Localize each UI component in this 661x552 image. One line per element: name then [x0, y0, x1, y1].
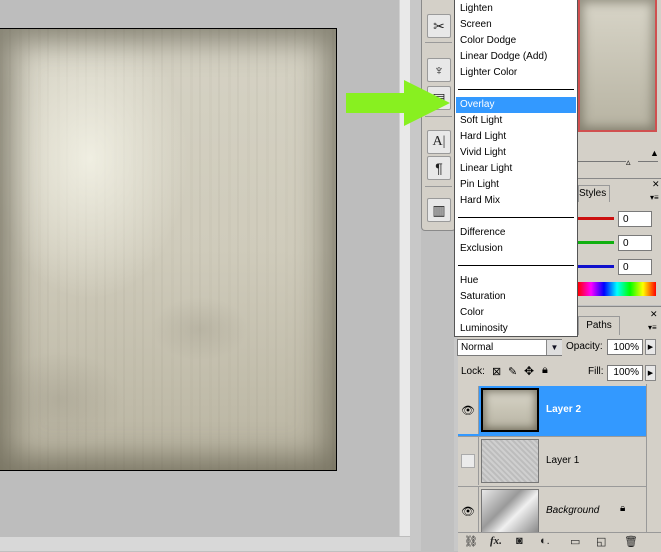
layers-bottom-bar: ⛓ fx. ◙ ◐. ▭ ◱ 🗑︎	[458, 532, 661, 552]
new-layer-icon[interactable]: ◱	[596, 535, 606, 548]
blue-value-field[interactable]: 0	[618, 259, 652, 275]
tab-paths-label: Paths	[586, 320, 612, 331]
red-slider[interactable]	[578, 217, 614, 220]
layer-thumbnail[interactable]	[481, 439, 539, 483]
green-slider[interactable]	[578, 241, 614, 244]
menu-item-hard-light[interactable]: Hard Light	[456, 129, 576, 145]
chevron-down-icon[interactable]: ▼	[546, 340, 562, 355]
layer-thumbnail[interactable]	[481, 388, 539, 432]
layer-name[interactable]: Background	[546, 505, 599, 516]
layer-style-fx-icon[interactable]: fx.	[490, 535, 502, 547]
close-icon[interactable]: ✕	[650, 309, 658, 320]
layer-row-layer-1[interactable]: Layer 1	[458, 436, 646, 487]
horizontal-scrollbar[interactable]	[0, 537, 410, 551]
fill-field[interactable]: 100%	[607, 365, 643, 381]
layer-name[interactable]: Layer 1	[546, 455, 579, 466]
lock-transparent-icon[interactable]: ⊠	[492, 365, 501, 378]
notes-icon[interactable]: ▥	[427, 198, 451, 222]
character-icon[interactable]: A|	[427, 130, 451, 154]
menu-item-hue[interactable]: Hue	[456, 273, 576, 289]
tab-styles[interactable]: Styles	[578, 185, 610, 202]
menu-item-exclusion[interactable]: Exclusion	[456, 241, 576, 257]
strip-divider	[425, 42, 452, 43]
panel-menu-icon[interactable]: ▾≡	[650, 193, 659, 202]
close-icon[interactable]: ✕	[652, 179, 660, 190]
layers-scrollbar[interactable]	[646, 384, 661, 532]
zoom-in-mountain-icon[interactable]: ▲	[650, 148, 659, 158]
fill-label: Fill:	[588, 366, 604, 377]
menu-item-lighten[interactable]: Lighten	[456, 1, 576, 17]
image-canvas[interactable]	[0, 28, 337, 471]
menu-item-vivid-light[interactable]: Vivid Light	[456, 145, 576, 161]
menu-item-screen[interactable]: Screen	[456, 17, 576, 33]
menu-item-linear-light[interactable]: Linear Light	[456, 161, 576, 177]
green-value-field[interactable]: 0	[618, 235, 652, 251]
menu-item-linear-dodge[interactable]: Linear Dodge (Add)	[456, 49, 576, 65]
menu-item-luminosity[interactable]: Luminosity	[456, 321, 576, 337]
lock-label: Lock:	[461, 366, 485, 377]
tab-paths[interactable]: Paths	[578, 316, 620, 335]
menu-separator	[458, 217, 574, 218]
layer-row-background[interactable]: 👁︎ Background 🔒︎	[458, 486, 646, 537]
menu-item-lighter-color[interactable]: Lighter Color	[456, 65, 576, 81]
layer-lock-icon: 🔒︎	[620, 503, 626, 514]
tools-preset-icon[interactable]: ✂	[427, 14, 451, 38]
navigator-preview[interactable]	[578, 0, 657, 132]
navigator-panel: ▵ ▲	[578, 0, 661, 178]
menu-separator	[458, 265, 574, 266]
opacity-arrow-button[interactable]: ▶	[645, 339, 656, 355]
eye-icon[interactable]: 👁︎	[458, 487, 479, 535]
color-spectrum-ramp[interactable]	[578, 282, 656, 296]
layer-row-layer-2[interactable]: 👁︎ Layer 2	[458, 386, 646, 436]
blue-slider[interactable]	[578, 265, 614, 268]
adjustment-layer-icon[interactable]: ◐.	[540, 535, 550, 547]
layer-name[interactable]: Layer 2	[546, 404, 581, 415]
lock-position-move-icon[interactable]: ✥	[524, 364, 534, 378]
menu-item-color-dodge[interactable]: Color Dodge	[456, 33, 576, 49]
strip-divider	[425, 186, 452, 187]
zoom-out-mountain-icon[interactable]: ▵	[626, 157, 631, 168]
red-value-field[interactable]: 0	[618, 211, 652, 227]
menu-item-soft-light[interactable]: Soft Light	[456, 113, 576, 129]
panel-menu-icon[interactable]: ▾≡	[648, 323, 657, 332]
lock-all-icon[interactable]: 🔒︎	[542, 364, 548, 377]
blend-mode-menu: Lighten Screen Color Dodge Linear Dodge …	[454, 0, 578, 337]
delete-layer-icon[interactable]: 🗑︎	[624, 535, 638, 548]
visibility-toggle[interactable]	[458, 437, 479, 485]
layer-thumbnail[interactable]	[481, 489, 539, 533]
add-mask-icon[interactable]: ◙	[516, 535, 523, 547]
menu-item-overlay[interactable]: Overlay	[456, 97, 576, 113]
paragraph-icon[interactable]: ¶	[427, 156, 451, 180]
menu-item-saturation[interactable]: Saturation	[456, 289, 576, 305]
lock-row: Lock: ⊠ ✎ ✥ 🔒︎ Fill: 100% ▶	[458, 362, 661, 384]
blend-mode-value: Normal	[461, 342, 494, 353]
navigator-zoom-slider[interactable]: ▵	[578, 155, 661, 169]
tab-styles-label: Styles	[579, 188, 607, 199]
link-layers-icon[interactable]: ⛓	[464, 535, 478, 548]
opacity-field[interactable]: 100%	[607, 339, 643, 355]
menu-item-color[interactable]: Color	[456, 305, 576, 321]
lock-pixels-brush-icon[interactable]: ✎	[508, 365, 517, 378]
fill-arrow-button[interactable]: ▶	[645, 365, 656, 381]
green-arrow-icon	[346, 80, 450, 126]
menu-item-difference[interactable]: Difference	[456, 225, 576, 241]
menu-item-hard-mix[interactable]: Hard Mix	[456, 193, 576, 209]
new-group-icon[interactable]: ▭	[570, 535, 580, 548]
eye-icon[interactable]: 👁︎	[458, 386, 479, 434]
menu-separator	[458, 89, 574, 90]
menu-item-pin-light[interactable]: Pin Light	[456, 177, 576, 193]
opacity-label: Opacity:	[566, 341, 603, 352]
brushes-icon[interactable]: ♆	[427, 58, 451, 82]
